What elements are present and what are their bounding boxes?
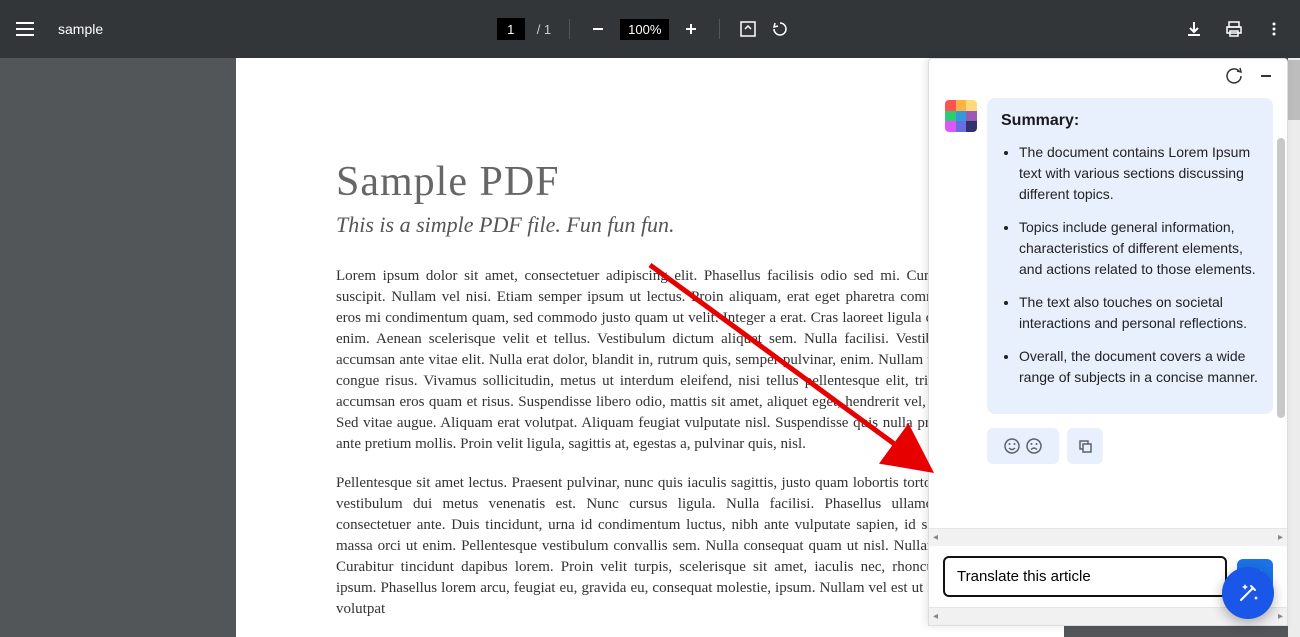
chat-input[interactable] bbox=[943, 556, 1227, 597]
pdf-toolbar: sample / 1 100% bbox=[0, 0, 1300, 58]
magic-wand-icon bbox=[1236, 581, 1260, 605]
toolbar-divider bbox=[719, 19, 720, 39]
summary-heading: Summary: bbox=[1001, 112, 1259, 130]
assistant-logo-icon bbox=[945, 100, 977, 132]
pdf-paragraph: Pellentesque sit amet lectus. Praesent p… bbox=[336, 473, 964, 620]
copy-button[interactable] bbox=[1067, 428, 1103, 464]
summary-card: Summary: The document contains Lorem Ips… bbox=[987, 98, 1273, 414]
print-icon[interactable] bbox=[1224, 19, 1244, 39]
frown-icon bbox=[1025, 437, 1043, 455]
ai-assistant-sidebar: Summary: The document contains Lorem Ips… bbox=[928, 58, 1288, 626]
refresh-icon[interactable] bbox=[1225, 67, 1243, 90]
more-options-icon[interactable] bbox=[1264, 19, 1284, 39]
page-number-input[interactable] bbox=[497, 18, 525, 40]
summary-point: Topics include general information, char… bbox=[1019, 217, 1259, 280]
page-total-label: / 1 bbox=[537, 22, 551, 37]
pdf-subtitle: This is a simple PDF file. Fun fun fun. bbox=[336, 212, 964, 238]
summary-point: The document contains Lorem Ipsum text w… bbox=[1019, 142, 1259, 205]
zoom-in-icon[interactable] bbox=[681, 19, 701, 39]
summary-list: The document contains Lorem Ipsum text w… bbox=[1001, 142, 1259, 388]
zoom-out-icon[interactable] bbox=[588, 19, 608, 39]
main-scrollbar[interactable] bbox=[1288, 58, 1300, 637]
zoom-level-display[interactable]: 100% bbox=[620, 19, 669, 40]
document-title: sample bbox=[58, 21, 103, 37]
magic-wand-fab[interactable] bbox=[1222, 567, 1274, 619]
download-icon[interactable] bbox=[1184, 19, 1204, 39]
copy-icon bbox=[1077, 438, 1093, 454]
sidebar-hscroll[interactable]: ◂▸ bbox=[929, 528, 1287, 546]
sidebar-scrollbar[interactable] bbox=[1277, 138, 1285, 473]
pdf-paragraph: Lorem ipsum dolor sit amet, consectetuer… bbox=[336, 266, 964, 455]
smile-icon bbox=[1003, 437, 1021, 455]
pdf-title: Sample PDF bbox=[336, 158, 964, 206]
minimize-icon[interactable] bbox=[1259, 69, 1273, 88]
summary-point: Overall, the document covers a wide rang… bbox=[1019, 346, 1259, 388]
feedback-buttons[interactable] bbox=[987, 428, 1059, 464]
menu-icon[interactable] bbox=[16, 22, 34, 36]
toolbar-divider bbox=[569, 19, 570, 39]
summary-point: The text also touches on societal intera… bbox=[1019, 292, 1259, 334]
rotate-icon[interactable] bbox=[770, 19, 790, 39]
fit-to-page-icon[interactable] bbox=[738, 19, 758, 39]
